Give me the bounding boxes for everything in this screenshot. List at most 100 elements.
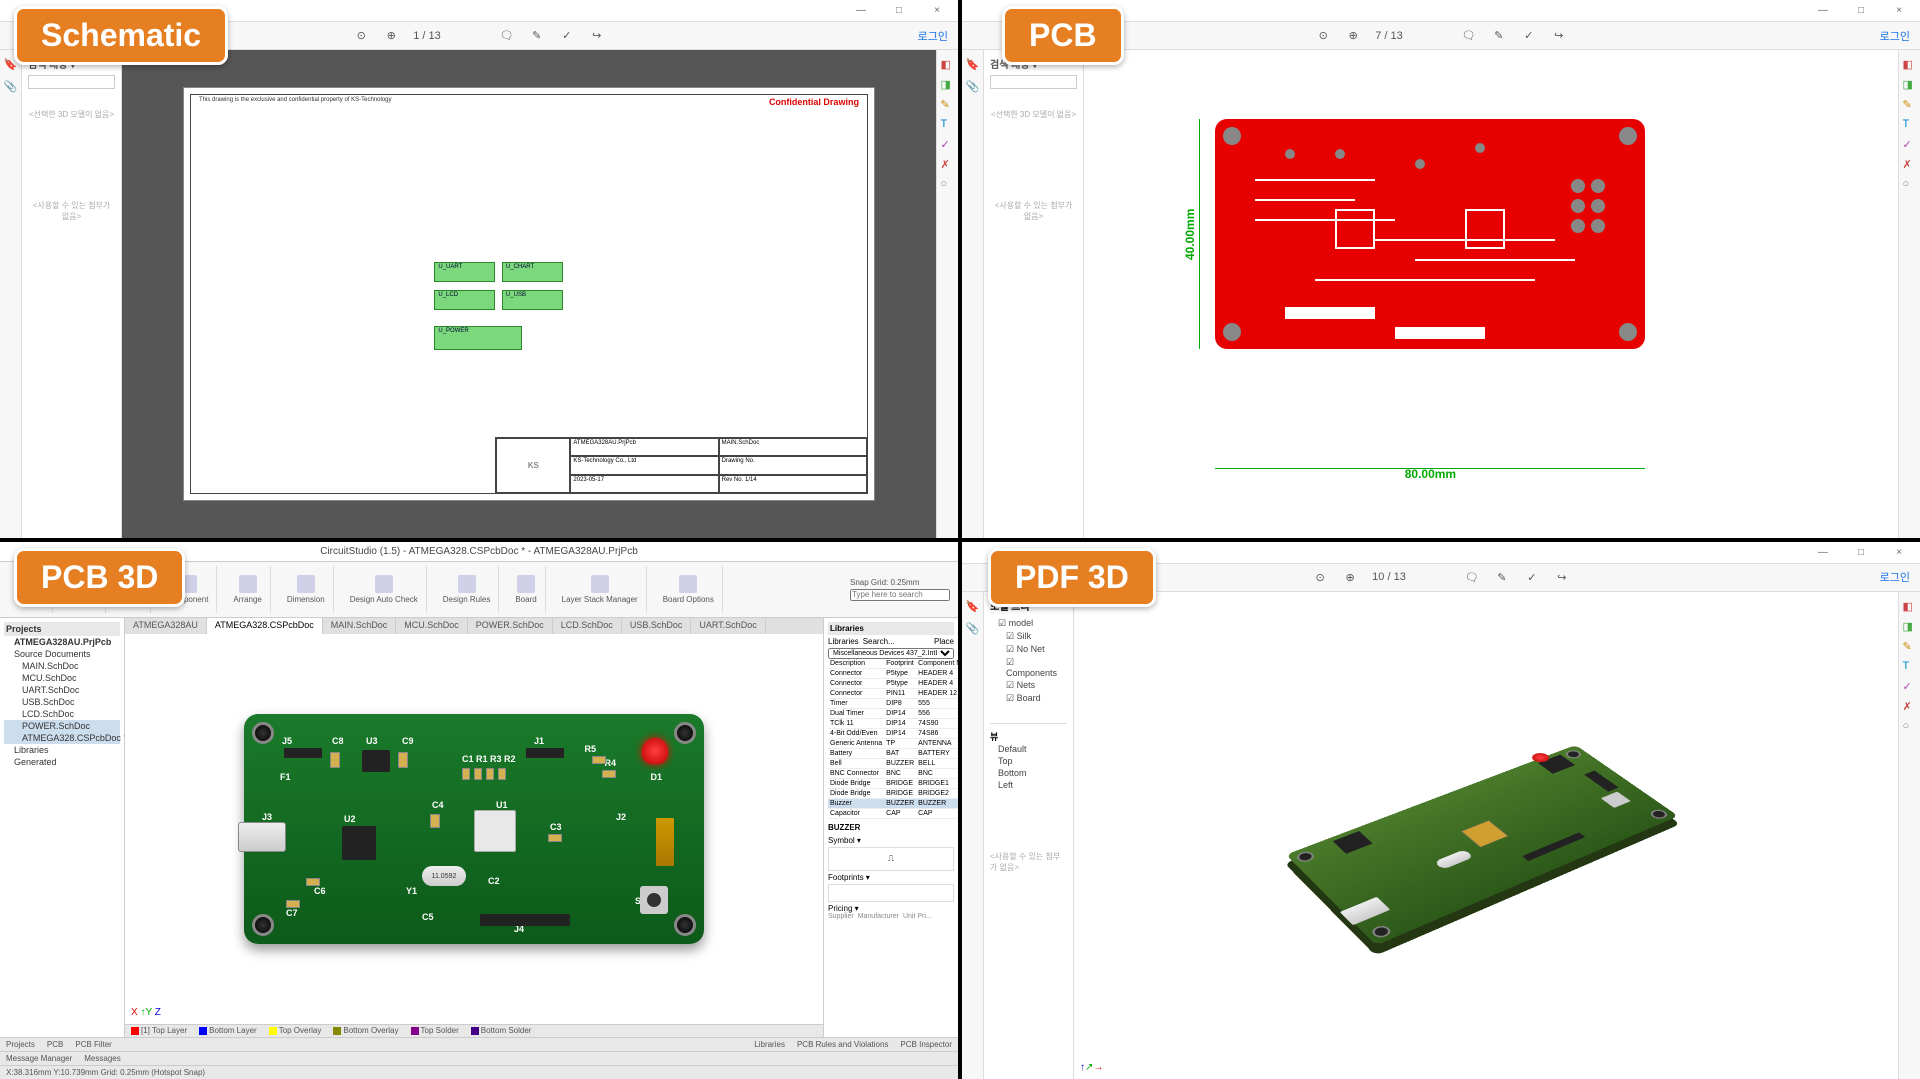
attachment-icon[interactable]: 📎 [966, 80, 980, 94]
lib-select[interactable]: Miscellaneous Devices 437_2.IntLib [Comp… [828, 648, 954, 659]
msg-tab[interactable]: Messages [84, 1054, 120, 1063]
pcb3d-canvas[interactable]: J5 C8 U3 C9 C1 R1 R3 R2 J1 R5 R4 D1 J3 U… [125, 634, 823, 1024]
tool-icon[interactable]: ○ [1903, 178, 1917, 192]
tree-node[interactable]: Source Documents [4, 648, 120, 660]
ribbon-dimension[interactable]: Dimension [279, 566, 334, 613]
search-input[interactable] [28, 75, 115, 89]
pcb-canvas[interactable]: 80.00mm 40.00mm [1084, 50, 1898, 538]
tool-icon[interactable]: ◧ [941, 58, 955, 72]
tree-node[interactable]: ☑ Silk [990, 630, 1067, 643]
window-minimize[interactable]: — [1810, 5, 1836, 16]
window-minimize[interactable]: — [848, 5, 874, 16]
window-close[interactable]: × [924, 5, 950, 16]
note-icon[interactable]: 🗨 [1464, 569, 1480, 585]
lib-place-button[interactable]: Place [934, 637, 954, 646]
lib-table[interactable]: DescriptionFootprintComponent Name Conne… [828, 659, 958, 819]
tool-icon[interactable]: T [941, 118, 955, 132]
lib-bottom-tab[interactable]: Libraries [754, 1040, 785, 1049]
tool-icon[interactable]: ✓ [941, 138, 955, 152]
tree-node[interactable]: Generated [4, 756, 120, 768]
doc-tab[interactable]: ATMEGA328AU [125, 618, 207, 635]
lib-bottom-tab[interactable]: PCB Rules and Violations [797, 1040, 888, 1049]
lib-section[interactable]: Footprints ▾ [828, 873, 954, 882]
bottom-tab[interactable]: PCB Filter [75, 1040, 111, 1049]
view-item[interactable]: Default [990, 743, 1067, 755]
tool-icon[interactable]: ◨ [1903, 78, 1917, 92]
tool-icon[interactable]: ✗ [941, 158, 955, 172]
page-current[interactable]: 1 [413, 30, 419, 42]
tree-node[interactable]: ☑ Board [990, 692, 1067, 705]
highlight-icon[interactable]: ✎ [1494, 569, 1510, 585]
stamp-icon[interactable]: ✓ [1524, 569, 1540, 585]
doc-tab[interactable]: MAIN.SchDoc [323, 618, 397, 635]
layer-tab[interactable]: Bottom Solder [481, 1026, 532, 1035]
page-current[interactable]: 10 [1372, 571, 1384, 583]
login-link[interactable]: 로그인 [1880, 28, 1910, 44]
tool-icon[interactable]: ◧ [1903, 600, 1917, 614]
login-link[interactable]: 로그인 [1880, 569, 1910, 585]
share-icon[interactable]: ↪ [1554, 569, 1570, 585]
lib-bottom-tab[interactable]: PCB Inspector [900, 1040, 952, 1049]
tree-node[interactable]: UART.SchDoc [4, 684, 120, 696]
lib-section[interactable]: Symbol ▾ [828, 836, 954, 845]
bottom-tab[interactable]: PCB [47, 1040, 63, 1049]
cs-search-input[interactable] [850, 589, 950, 601]
doc-tab[interactable]: LCD.SchDoc [553, 618, 622, 635]
share-icon[interactable]: ↪ [1551, 28, 1567, 44]
layer-tab[interactable]: Top Overlay [279, 1026, 322, 1035]
window-minimize[interactable]: — [1810, 547, 1836, 558]
ribbon-options[interactable]: Board Options [655, 566, 723, 613]
tree-node-selected[interactable]: POWER.SchDoc [4, 720, 120, 732]
tool-icon[interactable]: ◧ [1903, 58, 1917, 72]
window-maximize[interactable]: □ [886, 5, 912, 16]
window-close[interactable]: × [1886, 547, 1912, 558]
bottom-tab[interactable]: Projects [6, 1040, 35, 1049]
login-link[interactable]: 로그인 [918, 28, 948, 44]
note-icon[interactable]: 🗨 [1461, 28, 1477, 44]
lib-tab[interactable]: Libraries [828, 637, 859, 646]
attachment-icon[interactable]: 📎 [966, 622, 980, 636]
window-close[interactable]: × [1886, 5, 1912, 16]
tree-node[interactable]: USB.SchDoc [4, 696, 120, 708]
tree-node[interactable]: ☑ Nets [990, 679, 1067, 692]
next-page-icon[interactable]: ⊕ [1345, 28, 1361, 44]
ribbon-board[interactable]: Board [507, 566, 545, 613]
stamp-icon[interactable]: ✓ [1521, 28, 1537, 44]
view-item[interactable]: Left [990, 779, 1067, 791]
next-page-icon[interactable]: ⊕ [1342, 569, 1358, 585]
ribbon-layerstack[interactable]: Layer Stack Manager [554, 566, 647, 613]
tool-icon[interactable]: ✗ [1903, 700, 1917, 714]
doc-tab-active[interactable]: ATMEGA328.CSPcbDoc [207, 618, 323, 635]
page-current[interactable]: 7 [1375, 30, 1381, 42]
tree-node[interactable]: ☑ Components [990, 656, 1067, 679]
tool-icon[interactable]: ○ [1903, 720, 1917, 734]
search-input[interactable] [990, 75, 1077, 89]
view-item[interactable]: Bottom [990, 767, 1067, 779]
window-maximize[interactable]: □ [1848, 5, 1874, 16]
tree-node[interactable]: ☑ No Net [990, 643, 1067, 656]
doc-tab[interactable]: USB.SchDoc [622, 618, 692, 635]
highlight-icon[interactable]: ✎ [1491, 28, 1507, 44]
layer-tab[interactable]: Bottom Layer [209, 1026, 257, 1035]
next-page-icon[interactable]: ⊕ [383, 28, 399, 44]
ribbon-rules[interactable]: Design Rules [435, 566, 500, 613]
snap-grid[interactable]: Snap Grid: 0.25mm [850, 578, 950, 587]
project-tree[interactable]: Projects ATMEGA328AU.PrjPcb Source Docum… [0, 618, 125, 1038]
tool-icon[interactable]: T [1903, 118, 1917, 132]
msg-tab[interactable]: Message Manager [6, 1054, 72, 1063]
tree-node[interactable]: ATMEGA328.CSPcbDoc * [4, 732, 120, 744]
attachment-icon[interactable]: 📎 [4, 80, 18, 94]
tool-icon[interactable]: ✓ [1903, 680, 1917, 694]
ribbon-arrange[interactable]: Arrange [225, 566, 270, 613]
doc-tab[interactable]: MCU.SchDoc [396, 618, 468, 635]
prev-page-icon[interactable]: ⊙ [1312, 569, 1328, 585]
highlight-icon[interactable]: ✎ [529, 28, 545, 44]
tool-icon[interactable]: ○ [941, 178, 955, 192]
project-node[interactable]: ATMEGA328AU.PrjPcb [4, 636, 120, 648]
lib-section[interactable]: Pricing ▾ [828, 904, 954, 913]
schematic-canvas[interactable]: Confidential Drawing This drawing is the… [122, 50, 936, 538]
libraries-panel[interactable]: Libraries Libraries Search... Place Misc… [823, 618, 958, 1038]
layer-tab[interactable]: Top Solder [421, 1026, 459, 1035]
pdf3d-canvas[interactable]: ↑↗→ [1074, 592, 1898, 1079]
tree-node[interactable]: ☑ model [990, 617, 1067, 630]
